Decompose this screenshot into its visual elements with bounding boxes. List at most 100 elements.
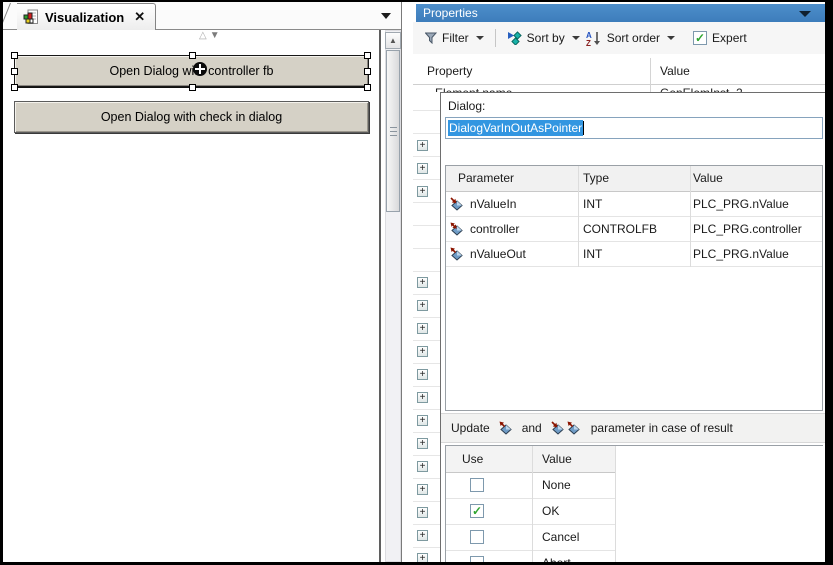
expand-plus-button[interactable]: + xyxy=(417,369,428,380)
expert-checkbox[interactable]: ✓ xyxy=(693,31,707,45)
expand-plus-button[interactable]: + xyxy=(417,346,428,357)
parameter-table: Parameter Type Value nValueIn INT PLC_PR… xyxy=(445,165,823,411)
table-column-divider xyxy=(532,446,533,562)
param-type: INT xyxy=(583,197,602,211)
rail-separator xyxy=(413,317,440,318)
properties-panel: Properties Filter Sort by xyxy=(413,2,825,562)
tab-close-icon[interactable]: ✕ xyxy=(134,9,145,25)
panel-menu-dropdown-icon[interactable] xyxy=(799,11,811,17)
sort-order-dropdown-icon[interactable] xyxy=(667,36,675,40)
selection-handle[interactable] xyxy=(11,52,18,59)
result-row[interactable]: Cancel xyxy=(446,525,615,551)
toolbar-separator xyxy=(495,29,496,47)
expand-plus-button[interactable]: + xyxy=(417,484,428,495)
type-header: Type xyxy=(583,171,609,185)
update-text: Update xyxy=(451,421,490,435)
selection-handle[interactable] xyxy=(11,68,18,75)
app-frame: Visualization ✕ △▼ Open Dialog with cont… xyxy=(3,2,825,562)
use-header: Use xyxy=(462,452,483,466)
filter-label: Filter xyxy=(442,31,469,45)
move-cursor-icon xyxy=(193,62,207,76)
splitter-arrows[interactable]: △▼ xyxy=(199,30,223,41)
filter-button[interactable]: Filter xyxy=(425,31,484,45)
param-out-icon xyxy=(499,421,513,435)
param-type: CONTROLFB xyxy=(583,222,657,236)
use-checkbox[interactable] xyxy=(470,530,484,544)
use-checkbox[interactable]: ✓ xyxy=(470,504,484,518)
table-column-divider xyxy=(578,166,579,267)
property-column-header[interactable]: Property xyxy=(427,64,472,78)
expand-plus-button[interactable]: + xyxy=(417,530,428,541)
expand-plus-button[interactable]: + xyxy=(417,277,428,288)
splitter-up-icon[interactable]: △ xyxy=(199,30,210,41)
selection-handle[interactable] xyxy=(364,84,371,91)
result-value: Abort xyxy=(542,556,571,562)
rail-separator xyxy=(413,248,440,249)
selection-handle[interactable] xyxy=(189,52,196,59)
result-text: parameter in case of result xyxy=(591,421,733,435)
sort-order-label: Sort order xyxy=(607,31,660,45)
sort-by-button[interactable]: Sort by xyxy=(507,31,580,45)
splitter-down-icon[interactable]: ▼ xyxy=(210,30,223,41)
sort-order-button[interactable]: A Z Sort order xyxy=(586,31,675,46)
result-row[interactable]: None xyxy=(446,473,615,499)
expand-plus-button[interactable]: + xyxy=(417,507,428,518)
tab-list-dropdown-icon[interactable] xyxy=(381,13,391,19)
selection-handle[interactable] xyxy=(364,52,371,59)
open-dialog-check-button[interactable]: Open Dialog with check in dialog xyxy=(14,101,369,133)
expand-plus-button[interactable]: + xyxy=(417,186,428,197)
dialog-label: Dialog: xyxy=(448,99,485,113)
open-dialog-controller-button[interactable]: Open Dialog with controller fb xyxy=(14,55,369,87)
rail-separator xyxy=(413,340,440,341)
selection-handle[interactable] xyxy=(364,68,371,75)
use-checkbox[interactable] xyxy=(470,478,484,492)
selection-handle[interactable] xyxy=(11,84,18,91)
result-value: None xyxy=(542,478,571,492)
result-row[interactable]: ✓ OK xyxy=(446,499,615,525)
dialog-config-popup: Dialog: DialogVarInOutAsPointer Paramete… xyxy=(440,92,825,562)
rail-separator xyxy=(413,524,440,525)
rail-separator xyxy=(413,363,440,364)
sort-by-icon xyxy=(507,31,522,45)
sort-by-dropdown-icon[interactable] xyxy=(572,36,580,40)
rail-separator xyxy=(413,547,440,548)
expand-plus-button[interactable]: + xyxy=(417,163,428,174)
param-inout-icon xyxy=(450,222,464,236)
parameter-row[interactable]: nValueOut INT PLC_PRG.nValue xyxy=(446,242,822,267)
param-name: controller xyxy=(470,222,519,236)
visualization-icon xyxy=(23,9,39,25)
filter-dropdown-icon[interactable] xyxy=(476,36,484,40)
scrollbar-thumb[interactable] xyxy=(386,50,400,212)
scrollbar-up-button[interactable]: ▲ xyxy=(385,32,401,49)
expand-plus-button[interactable]: + xyxy=(417,461,428,472)
and-text: and xyxy=(522,421,542,435)
value-column-header[interactable]: Value xyxy=(660,64,690,78)
rail-separator xyxy=(413,133,440,134)
param-value: PLC_PRG.nValue xyxy=(693,247,789,261)
rail-separator xyxy=(413,386,440,387)
rail-separator xyxy=(413,202,440,203)
scrollbar-grip xyxy=(390,127,397,128)
expand-plus-button[interactable]: + xyxy=(417,392,428,403)
dialog-name-input[interactable]: DialogVarInOutAsPointer xyxy=(445,117,823,139)
use-checkbox[interactable] xyxy=(470,556,484,562)
parameter-row[interactable]: nValueIn INT PLC_PRG.nValue xyxy=(446,192,822,217)
expand-plus-button[interactable]: + xyxy=(417,323,428,334)
expand-plus-button[interactable]: + xyxy=(417,553,428,562)
expand-plus-button[interactable]: + xyxy=(417,438,428,449)
expand-plus-button[interactable]: + xyxy=(417,415,428,426)
result-row[interactable]: Abort xyxy=(446,551,615,562)
expert-toggle[interactable]: ✓ Expert xyxy=(693,31,747,45)
parameter-row[interactable]: controller CONTROLFB PLC_PRG.controller xyxy=(446,217,822,242)
tab-visualization[interactable]: Visualization ✕ xyxy=(17,3,156,30)
result-table-header: Use Value xyxy=(446,446,615,473)
rail-separator xyxy=(413,271,440,272)
value-header: Value xyxy=(693,171,723,185)
result-value: Cancel xyxy=(542,530,579,544)
result-table: Use Value None ✓ OK Cancel Abort xyxy=(445,445,823,562)
param-name: nValueIn xyxy=(470,197,516,211)
expand-plus-button[interactable]: + xyxy=(417,300,428,311)
expand-plus-button[interactable]: + xyxy=(417,140,428,151)
properties-title-bar: Properties xyxy=(416,4,825,22)
selection-handle[interactable] xyxy=(189,84,196,91)
